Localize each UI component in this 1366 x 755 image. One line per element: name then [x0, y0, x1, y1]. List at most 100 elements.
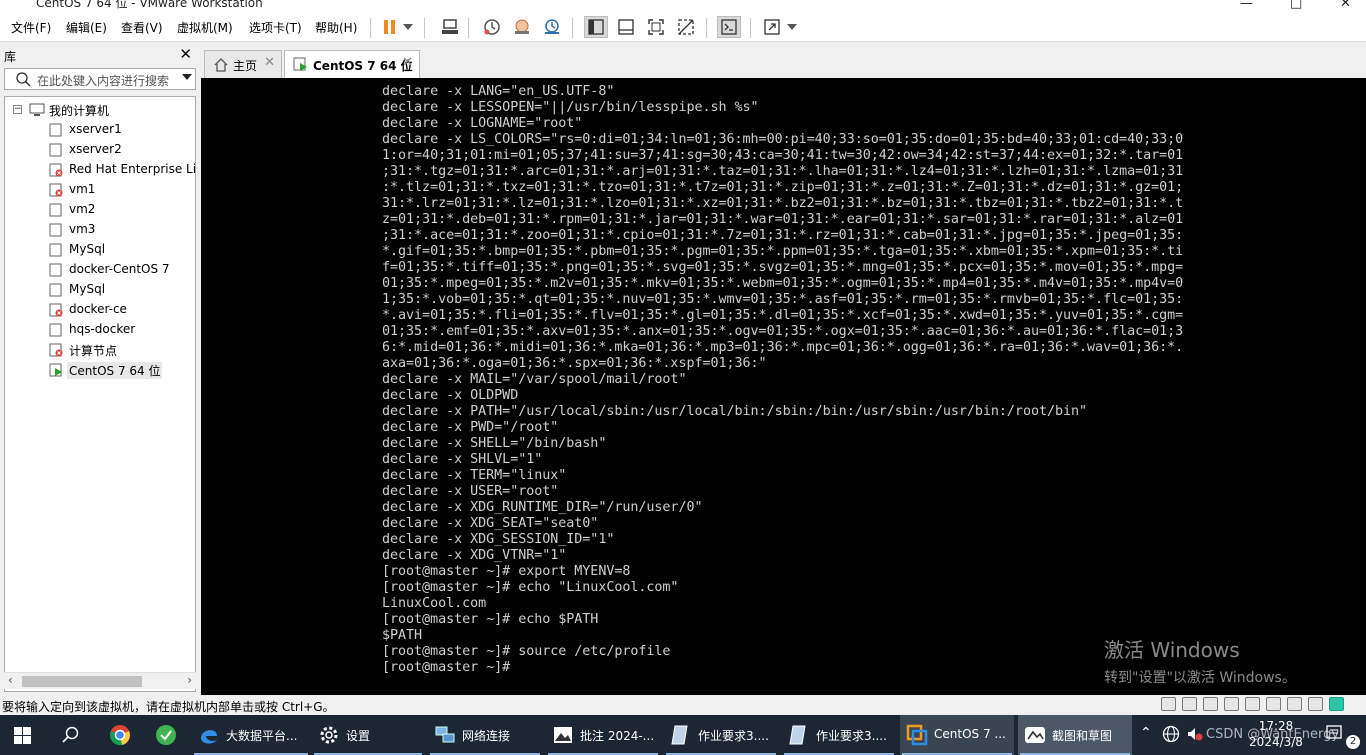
taskbar-app-label: 作业要求3.... [816, 729, 887, 743]
library-search-input[interactable]: 在此处键入内容进行搜索 [4, 68, 196, 90]
minimize-button[interactable]: — [1240, 0, 1253, 11]
start-button[interactable] [0, 715, 46, 755]
chrome-icon[interactable] [100, 715, 140, 755]
terminal-line: ;31:*.tgz=01;31:*.arc=01;31:*.arj=01;31:… [382, 164, 1184, 179]
maximize-button[interactable]: □ [1290, 0, 1302, 11]
taskbar-app-settings[interactable]: 设置 [312, 715, 424, 755]
vm-error-icon [49, 163, 63, 177]
console-view-icon[interactable] [717, 16, 741, 38]
collapse-icon[interactable]: − [13, 105, 22, 114]
taskbar-app-snip[interactable]: 截图和草图 [1018, 715, 1132, 755]
snapshot-manager-icon[interactable] [540, 16, 564, 38]
thumbnail-bar-icon[interactable] [614, 16, 638, 38]
device-icons [1161, 697, 1344, 711]
menu-file[interactable]: 文件(F) [11, 19, 51, 36]
terminal-line: declare -x USER="root" [382, 484, 559, 499]
notification-badge[interactable]: 2 [1346, 735, 1360, 749]
terminal-line: 31:*.lrz=01;31:*.lz=01;31:*.lzo=01;31:*.… [382, 196, 1184, 211]
terminal-line: declare -x XDG_SEAT="seat0" [382, 516, 599, 531]
vm-off-icon [49, 143, 63, 157]
display-icon[interactable] [1308, 697, 1323, 711]
terminal-line: declare -x TERM="linux" [382, 468, 567, 483]
chevron-down-icon[interactable] [182, 74, 192, 80]
volume-muted-icon[interactable] [1186, 725, 1204, 747]
library-horizontal-scrollbar[interactable]: ‹ › [4, 672, 196, 689]
close-tab-icon[interactable]: ✕ [402, 55, 413, 70]
terminal-line: declare -x SHLVL="1" [382, 452, 543, 467]
notes-icon[interactable] [1326, 724, 1342, 744]
terminal-line: declare -x XDG_RUNTIME_DIR="/run/user/0" [382, 500, 703, 515]
stretch-guest-icon[interactable] [760, 16, 784, 38]
unity-icon[interactable] [674, 16, 698, 38]
menu-edit[interactable]: 编辑(E) [66, 19, 107, 36]
terminal-line: *.avi=01;35:*.fli=01;35:*.flv=01;35:*.gl… [382, 308, 1184, 323]
terminal-line: 01;35:*.mpeg=01;35:*.m2v=01;35:*.mkv=01;… [382, 276, 1184, 291]
terminal-line: LinuxCool.com [382, 596, 487, 611]
snip-sketch-icon [1025, 727, 1045, 743]
menu-tabs[interactable]: 选项卡(T) [249, 19, 302, 36]
full-screen-icon[interactable] [644, 16, 668, 38]
vm-console[interactable]: declare -x LANG="en_US.UTF-8"declare -x … [201, 78, 1366, 695]
terminal-line: [root@master ~]# export MYENV=8 [382, 564, 631, 579]
library-vm-label: xserver1 [69, 122, 122, 136]
vm-off-icon [49, 203, 63, 217]
tab-home[interactable]: 主页 ✕ [204, 50, 282, 78]
taskbar-app-vmware[interactable]: CentOS 7 ... [900, 715, 1014, 755]
taskbar-app-label: 批注 2024-... [580, 729, 655, 743]
system-clock[interactable]: 17:28 2024/3/8 [1240, 718, 1312, 750]
sound-card-icon[interactable] [1266, 697, 1281, 711]
terminal-line: :*.tlz=01;31:*.txz=01;31:*.tzo=01;31:*.t… [382, 180, 1184, 195]
taskbar-app-annotation[interactable]: 批注 2024-... [546, 715, 660, 755]
taskbar-app-network[interactable]: 网络连接 [428, 715, 542, 755]
taskbar-app-label: 大数据平台... [226, 729, 298, 743]
snapshot-icon[interactable] [480, 16, 504, 38]
vm-off-icon [49, 223, 63, 237]
vm-off-icon [49, 263, 63, 277]
close-window-button[interactable]: ✕ [1340, 0, 1351, 11]
taskbar-app-doc-1[interactable]: 作业要求3.... [664, 715, 778, 755]
menu-help[interactable]: 帮助(H) [315, 19, 357, 36]
show-library-icon[interactable] [584, 16, 608, 38]
toolbar-separator [370, 18, 371, 38]
taskbar-app-edge[interactable]: 大数据平台... [192, 715, 310, 755]
stretch-dropdown-icon[interactable] [784, 16, 800, 38]
revert-snapshot-icon[interactable] [510, 16, 534, 38]
scroll-left-icon[interactable]: ‹ [8, 673, 13, 687]
taskbar-app-doc-2[interactable]: 作业要求3.... [782, 715, 896, 755]
terminal-line: 01;35:*.emf=01;35:*.axv=01;35:*.anx=01;3… [382, 324, 1184, 339]
terminal-line: $PATH [382, 628, 423, 643]
network-adapter-icon[interactable] [1203, 697, 1218, 711]
vmware-icon [906, 724, 928, 746]
close-tab-icon[interactable]: ✕ [264, 55, 275, 70]
status-bar: 要将输入定向到该虚拟机，请在虚拟机内部单击或按 Ctrl+G。 [0, 695, 1366, 715]
menu-view[interactable]: 查看(V) [121, 19, 163, 36]
power-dropdown-icon[interactable] [400, 16, 416, 38]
terminal-line: declare -x LANG="en_US.UTF-8" [382, 84, 615, 99]
green-app-icon[interactable] [146, 715, 186, 755]
tab-centos[interactable]: CentOS 7 64 位 ✕ [284, 50, 420, 78]
terminal-line: declare -x XDG_SESSION_ID="1" [382, 532, 615, 547]
chevron-up-icon[interactable]: ⌃ [1140, 725, 1152, 741]
printer-icon[interactable] [1287, 697, 1302, 711]
usb-icon[interactable] [1245, 697, 1260, 711]
library-vm-label: docker-ce [69, 302, 127, 316]
message-log-icon[interactable] [1329, 697, 1344, 711]
hard-disk-icon[interactable] [1161, 697, 1176, 711]
network-connections-icon [435, 726, 455, 743]
pause-icon[interactable] [378, 16, 402, 38]
close-icon[interactable]: ✕ [179, 45, 192, 63]
library-header: 库 ✕ [0, 44, 200, 66]
library-tree: − 我的计算机 xserver1 xserver2 Red Hat Enterpri… [4, 96, 196, 692]
scrollbar-thumb[interactable] [22, 676, 142, 687]
library-vm-label: vm1 [69, 182, 96, 196]
terminal-line: ;31:*.ace=01;31:*.zoo=01;31:*.cpio=01;31… [382, 228, 1184, 243]
scroll-right-icon[interactable]: › [187, 673, 192, 687]
network-adapter-2-icon[interactable] [1224, 697, 1239, 711]
cd-dvd-icon[interactable] [1182, 697, 1197, 711]
send-ctrl-alt-del-icon[interactable] [438, 16, 462, 38]
search-taskbar-icon[interactable] [54, 715, 90, 755]
tab-bar: 主页 ✕ CentOS 7 64 位 ✕ [200, 44, 1366, 78]
clock-date: 2024/3/8 [1249, 735, 1303, 749]
globe-icon[interactable] [1162, 725, 1180, 747]
menu-vm[interactable]: 虚拟机(M) [177, 19, 233, 36]
